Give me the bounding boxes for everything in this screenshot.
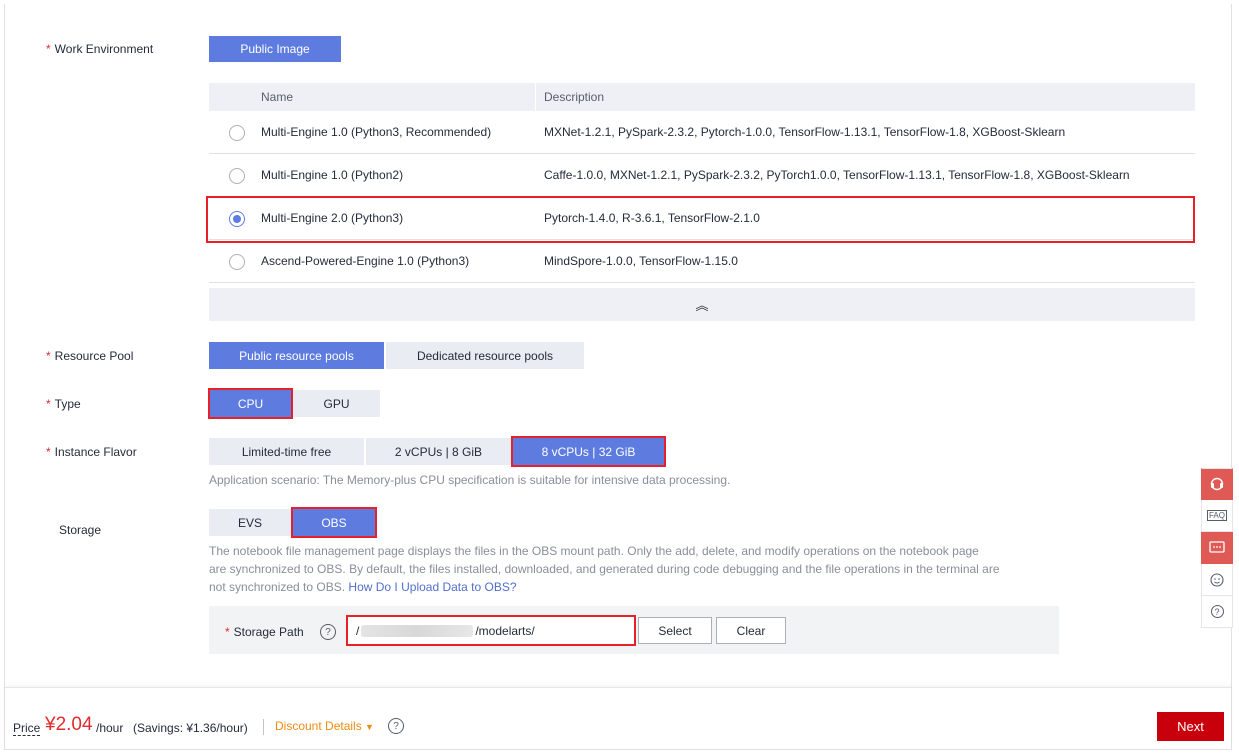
storage-path-suffix: /modelarts/ [475, 623, 535, 638]
highlight-selected-row [206, 196, 1195, 243]
resource-pool-label: * Resource Pool [46, 349, 134, 363]
storage-note-line1: The notebook file management page displa… [209, 544, 979, 558]
engine-name: Ascend-Powered-Engine 1.0 (Python3) [261, 254, 470, 268]
flavor-2vcpu-button[interactable]: 2 vCPUs | 8 GiB [366, 438, 511, 465]
double-chevron-up-icon: ︽ [695, 298, 709, 313]
table-row[interactable]: Multi-Engine 1.0 (Python2) Caffe-1.0.0, … [209, 154, 1195, 197]
cpu-button[interactable]: CPU [208, 388, 293, 419]
header-name: Name [261, 90, 294, 104]
select-button[interactable]: Select [638, 617, 712, 644]
flavor-note: Application scenario: The Memory-plus CP… [209, 473, 731, 487]
storage-path-label: * Storage Path [225, 625, 304, 639]
faq-icon[interactable]: FAQ [1201, 500, 1233, 532]
storage-note-line3: not synchronized to OBS. How Do I Upload… [209, 578, 1049, 596]
caret-down-icon: ▼ [365, 722, 374, 732]
engine-description: Caffe-1.0.0, MXNet-1.2.1, PySpark-2.3.2,… [544, 168, 1130, 182]
customer-service-icon[interactable] [1201, 468, 1233, 500]
discount-details-link[interactable]: Discount Details ▼ [275, 719, 374, 733]
header-separator [535, 83, 536, 111]
obs-button[interactable]: OBS [291, 507, 377, 538]
storage-path-prefix: / [356, 623, 360, 638]
storage-note-line3-text: not synchronized to OBS. [209, 580, 346, 594]
work-environment-label: * Work Environment [46, 42, 154, 56]
type-label: * Type [46, 397, 81, 411]
feedback-icon[interactable] [1201, 532, 1233, 564]
table-row[interactable]: Ascend-Powered-Engine 1.0 (Python3) Mind… [209, 240, 1195, 283]
faq-label: FAQ [1206, 510, 1227, 521]
next-button[interactable]: Next [1157, 712, 1224, 741]
radio-button[interactable] [229, 254, 245, 270]
storage-note: The notebook file management page displa… [209, 542, 1049, 596]
smiley-icon[interactable] [1201, 564, 1233, 596]
flavor-8vcpu-button[interactable]: 8 vCPUs | 32 GiB [511, 436, 666, 467]
collapse-toggle[interactable]: ︽ [209, 288, 1195, 321]
price-value: ¥2.04 [45, 714, 93, 735]
table-header: Name Description [209, 83, 1195, 111]
evs-button[interactable]: EVS [209, 509, 291, 536]
public-resource-pools-button[interactable]: Public resource pools [209, 342, 384, 369]
storage-path-input[interactable]: / /modelarts/ [346, 615, 636, 646]
price-unit: /hour [96, 721, 124, 735]
savings-text: (Savings: ¥1.36/hour) [133, 721, 248, 735]
storage-note-line2: are synchronized to OBS. By default, the… [209, 562, 1000, 576]
divider [263, 719, 264, 735]
discount-details-label: Discount Details [275, 719, 362, 733]
clear-button[interactable]: Clear [716, 617, 786, 644]
help-circle-icon[interactable]: ? [1201, 596, 1233, 628]
price-help-icon[interactable]: ? [388, 718, 404, 734]
engine-name: Multi-Engine 1.0 (Python3, Recommended) [261, 125, 492, 139]
storage-path-panel [209, 606, 1059, 654]
table-row[interactable]: Multi-Engine 1.0 (Python3, Recommended) … [209, 111, 1195, 154]
help-icon[interactable]: ? [320, 624, 336, 640]
engine-name: Multi-Engine 1.0 (Python2) [261, 168, 404, 182]
public-image-button[interactable]: Public Image [209, 36, 341, 62]
price-label: Price [13, 721, 41, 736]
radio-button[interactable] [229, 168, 245, 184]
footer-bar: Price ¥2.04 /hour (Savings: ¥1.36/hour) … [5, 687, 1231, 749]
upload-data-link[interactable]: How Do I Upload Data to OBS? [348, 580, 516, 594]
side-toolbar: FAQ ? [1201, 468, 1233, 628]
dedicated-resource-pools-button[interactable]: Dedicated resource pools [386, 342, 584, 369]
engine-description: MindSpore-1.0.0, TensorFlow-1.15.0 [544, 254, 738, 268]
instance-flavor-label: * Instance Flavor [46, 445, 137, 459]
engine-description: MXNet-1.2.1, PySpark-2.3.2, Pytorch-1.0.… [544, 125, 1066, 139]
redacted-bucket [361, 624, 474, 637]
gpu-button[interactable]: GPU [293, 390, 380, 417]
flavor-limited-free-button[interactable]: Limited-time free [209, 438, 364, 465]
header-description: Description [544, 90, 605, 104]
storage-label: Storage [59, 523, 102, 537]
help-circle-glyph: ? [1210, 605, 1224, 618]
radio-button[interactable] [229, 125, 245, 141]
